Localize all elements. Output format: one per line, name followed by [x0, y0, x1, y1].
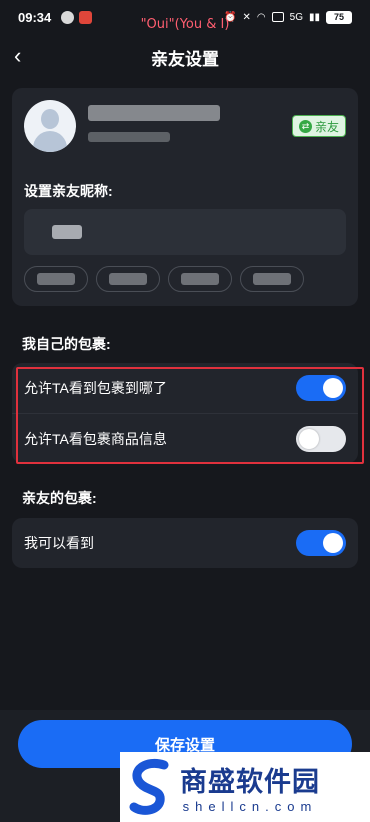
nickname-chip[interactable] [24, 266, 88, 292]
nickname-chip[interactable] [240, 266, 304, 292]
blurred-chip-text [253, 273, 291, 285]
friend-profile-card: ⇄ 亲友 设置亲友昵称: [12, 88, 358, 306]
blurred-nickname-value [52, 225, 82, 239]
switch-knob [323, 533, 343, 553]
switch-knob [323, 378, 343, 398]
friend-package-title: 亲友的包裹: [22, 490, 97, 506]
relation-icon: ⇄ [298, 119, 312, 133]
page-header: ‹ 亲友设置 [0, 38, 370, 76]
watermark-texts: 商盛软件园 shellcn.com [180, 760, 320, 814]
back-arrow-icon[interactable]: ‹ [14, 45, 34, 67]
avatar [24, 100, 76, 152]
toggle-label: 允许TA看包裹商品信息 [24, 430, 167, 447]
switch-knob [299, 428, 319, 449]
blurred-chip-text [109, 273, 147, 285]
friend-package-options: 我可以看到 [12, 518, 358, 568]
toggle-row-product-info: 允许TA看包裹商品信息 [12, 413, 358, 463]
watermark-logo-icon [129, 759, 169, 815]
relation-badge-label: 亲友 [314, 119, 339, 134]
blurred-friend-subtitle [88, 132, 170, 142]
track-location-switch[interactable] [296, 375, 346, 401]
blurred-chip-text [181, 273, 219, 285]
watermark: 商盛软件园 shellcn.com [120, 752, 370, 822]
toggle-label: 我可以看到 [24, 535, 94, 551]
relation-badge: ⇄ 亲友 [292, 115, 346, 137]
blurred-chip-text [37, 273, 75, 285]
page-title: 亲友设置 [151, 49, 219, 69]
watermark-title: 商盛软件园 [180, 767, 320, 797]
blurred-friend-name [88, 105, 220, 121]
avatar-body-shape [33, 131, 67, 152]
toggle-row-can-see: 我可以看到 [12, 518, 358, 568]
my-package-title: 我自己的包裹: [22, 336, 111, 352]
nickname-chip[interactable] [168, 266, 232, 292]
my-package-options: 允许TA看到包裹到哪了 允许TA看包裹商品信息 [12, 363, 358, 463]
watermark-url: shellcn.com [182, 799, 318, 814]
overlay-caption: "Oui"(You & I) [140, 17, 230, 32]
nickname-suggestions [24, 266, 304, 292]
toggle-row-track-location: 允许TA看到包裹到哪了 [12, 363, 358, 413]
product-info-switch[interactable] [296, 425, 346, 452]
nickname-label: 设置亲友昵称: [24, 183, 113, 199]
nickname-chip[interactable] [96, 266, 160, 292]
can-see-switch[interactable] [296, 530, 346, 556]
toggle-label: 允许TA看到包裹到哪了 [24, 380, 167, 396]
avatar-head-shape [41, 109, 59, 129]
